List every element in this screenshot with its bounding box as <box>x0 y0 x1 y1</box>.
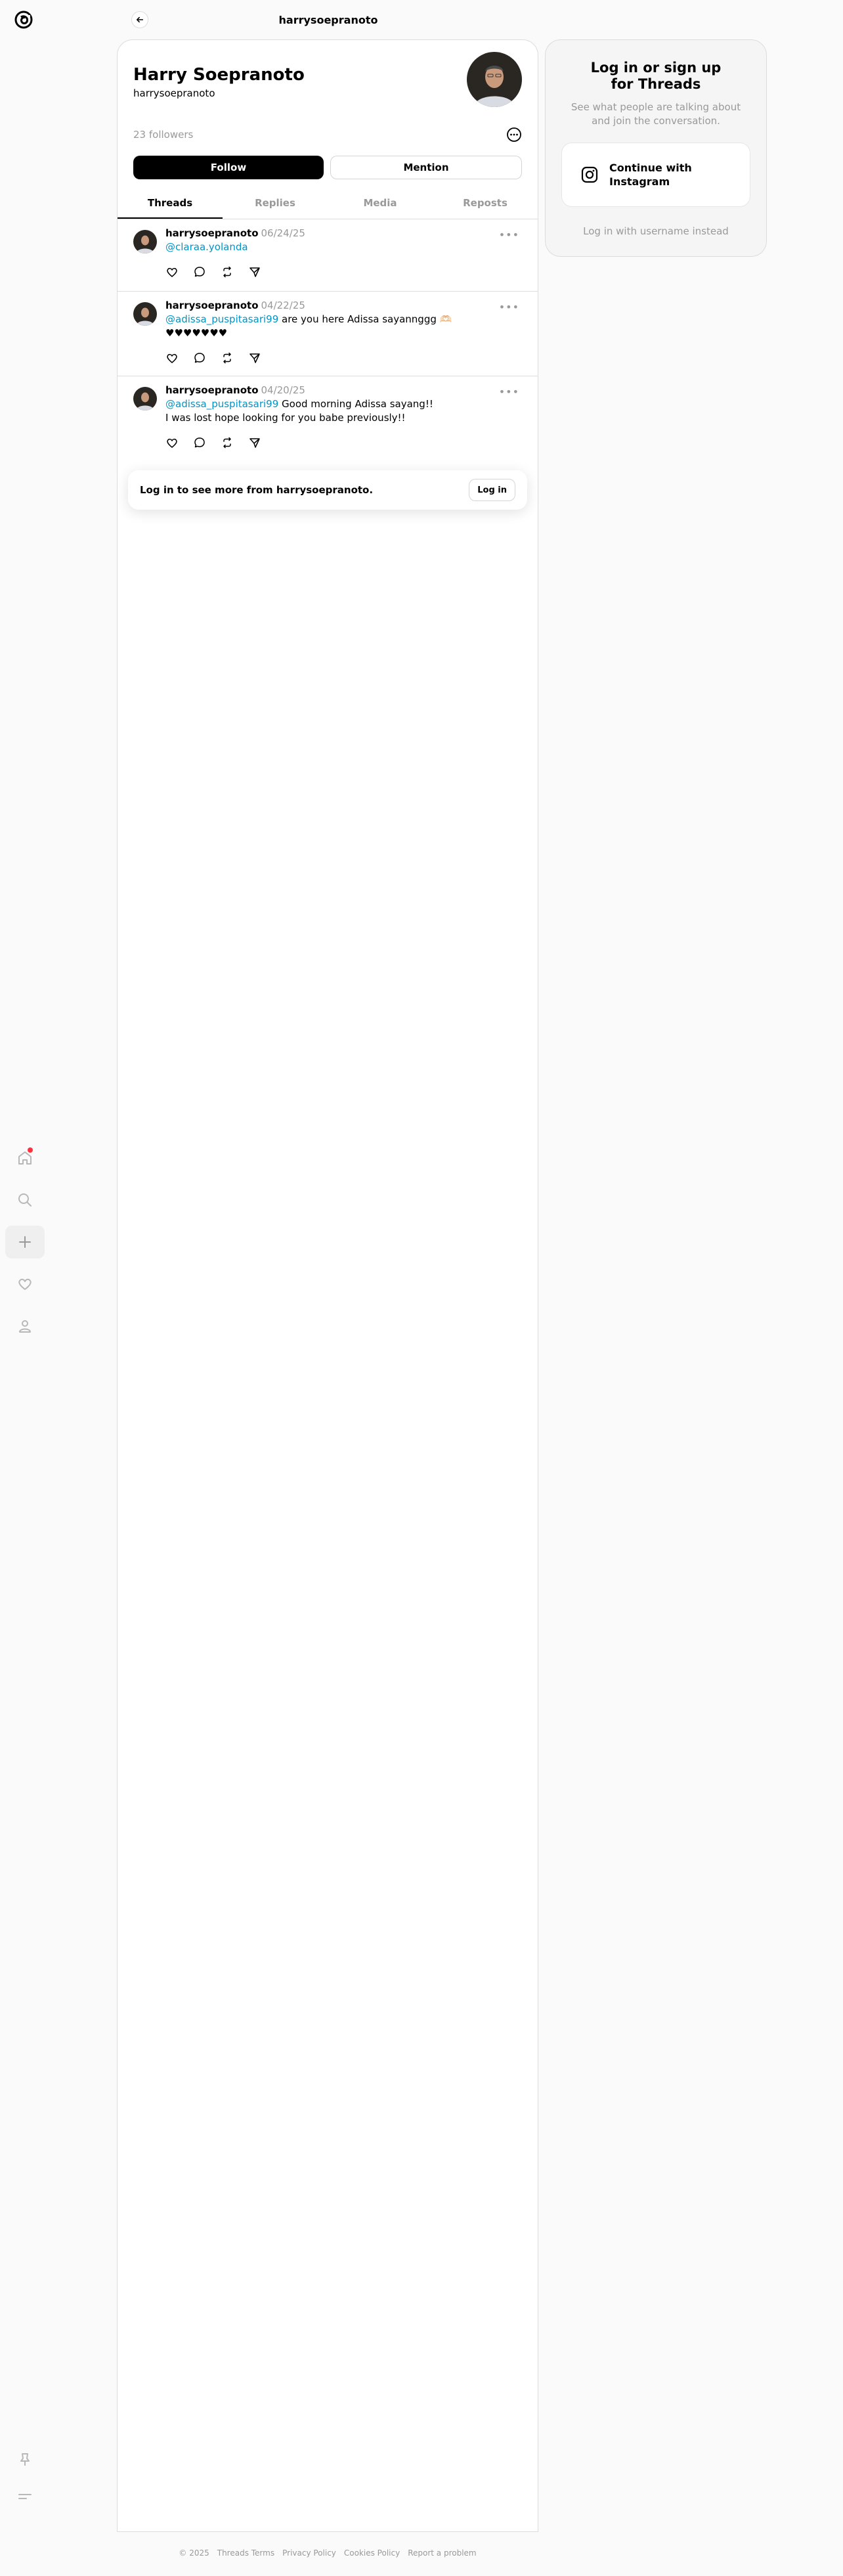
post-more-icon[interactable]: ••• <box>499 386 519 398</box>
left-rail <box>0 0 50 2576</box>
thread-post[interactable]: ••• harrysoepranoto 06/24/25 @claraa.yola… <box>118 219 538 292</box>
post-username[interactable]: harrysoepranoto <box>165 384 259 396</box>
instagram-icon <box>581 166 598 183</box>
post-text: @claraa.yolanda <box>165 240 522 254</box>
post-date: 06/24/25 <box>261 227 305 239</box>
tab-media[interactable]: Media <box>328 187 433 219</box>
comment-icon[interactable] <box>193 436 206 449</box>
arrow-left-icon <box>136 16 144 23</box>
post-date: 04/20/25 <box>261 384 305 396</box>
login-button[interactable]: Log in <box>469 479 515 501</box>
repost-icon[interactable] <box>221 436 234 449</box>
post-avatar[interactable] <box>133 302 157 326</box>
login-panel: Log in or sign up for Threads See what p… <box>545 39 767 257</box>
search-icon <box>18 1193 32 1207</box>
profile-avatar[interactable] <box>467 52 522 107</box>
post-text: @adissa_puspitasari99 Good morning Adiss… <box>165 398 433 424</box>
username-login-link[interactable]: Log in with username instead <box>561 225 750 237</box>
followers-count[interactable]: 23 followers <box>133 129 193 141</box>
login-prompt-card: Log in to see more from harrysoepranoto.… <box>128 470 527 510</box>
post-actions <box>165 351 522 365</box>
post-username[interactable]: harrysoepranoto <box>165 300 259 311</box>
thread-post[interactable]: ••• harrysoepranoto 04/20/25 @adissa_pusp… <box>118 376 538 462</box>
comment-icon[interactable] <box>193 265 206 278</box>
rail-create[interactable] <box>5 1226 45 1258</box>
heart-icon[interactable] <box>165 351 179 365</box>
profile-tabs: Threads Replies Media Reposts <box>118 187 538 219</box>
back-button[interactable] <box>131 11 148 28</box>
post-mention[interactable]: @claraa.yolanda <box>165 241 248 253</box>
profile-column: Harry Soepranoto harrysoepranoto 23 foll… <box>117 39 538 2532</box>
login-panel-subtitle: See what people are talking about and jo… <box>571 101 741 127</box>
profile-header: Harry Soepranoto harrysoepranoto 23 foll… <box>118 40 538 179</box>
pin-icon <box>20 2453 30 2466</box>
profile-username: harrysoepranoto <box>133 87 215 99</box>
rail-search[interactable] <box>5 1184 45 1216</box>
profile-icon <box>19 1320 31 1333</box>
menu-icon <box>18 2494 32 2499</box>
post-avatar[interactable] <box>133 230 157 254</box>
footer: © 2025 Threads Terms Privacy Policy Cook… <box>117 2548 538 2558</box>
post-actions <box>165 265 522 279</box>
threads-logo-icon[interactable] <box>13 9 34 30</box>
rail-activity[interactable] <box>5 1268 45 1300</box>
rail-profile[interactable] <box>5 1310 45 1343</box>
footer-cookies-link[interactable]: Cookies Policy <box>344 2548 400 2558</box>
more-options-icon[interactable] <box>506 127 522 143</box>
share-icon[interactable] <box>248 436 261 449</box>
tab-threads[interactable]: Threads <box>118 187 223 219</box>
footer-terms-link[interactable]: Threads Terms <box>217 2548 274 2558</box>
continue-with-instagram-button[interactable]: Continue with Instagram <box>561 143 750 207</box>
heart-icon[interactable] <box>165 436 179 449</box>
follow-button[interactable]: Follow <box>133 156 324 179</box>
post-mention[interactable]: @adissa_puspitasari99 <box>165 313 278 325</box>
post-avatar[interactable] <box>133 387 157 411</box>
notification-dot <box>28 1147 33 1153</box>
post-more-icon[interactable]: ••• <box>499 301 519 313</box>
post-actions <box>165 435 522 450</box>
heart-icon <box>18 1278 32 1290</box>
repost-icon[interactable] <box>221 265 234 278</box>
share-icon[interactable] <box>248 265 261 278</box>
post-mention[interactable]: @adissa_puspitasari99 <box>165 398 278 410</box>
rail-pin[interactable] <box>5 2443 45 2476</box>
instagram-button-label: Continue with Instagram <box>609 162 692 188</box>
footer-copyright: © 2025 <box>179 2548 209 2558</box>
post-username[interactable]: harrysoepranoto <box>165 227 259 239</box>
repost-icon[interactable] <box>221 351 234 365</box>
mention-button[interactable]: Mention <box>330 156 522 179</box>
rail-menu[interactable] <box>5 2480 45 2513</box>
post-date: 04/22/25 <box>261 300 305 311</box>
login-prompt-text: Log in to see more from harrysoepranoto. <box>140 484 374 496</box>
rail-home[interactable] <box>5 1142 45 1174</box>
login-panel-title: Log in or sign up for Threads <box>590 60 722 92</box>
tab-reposts[interactable]: Reposts <box>433 187 538 219</box>
heart-icon[interactable] <box>165 265 179 278</box>
top-header: harrysoepranoto <box>118 0 538 39</box>
create-icon <box>19 1236 31 1248</box>
post-text: @adissa_puspitasari99 are you here Adiss… <box>165 313 452 339</box>
post-more-icon[interactable]: ••• <box>499 229 519 241</box>
footer-report-link[interactable]: Report a problem <box>408 2548 476 2558</box>
comment-icon[interactable] <box>193 351 206 365</box>
tab-replies[interactable]: Replies <box>223 187 328 219</box>
footer-privacy-link[interactable]: Privacy Policy <box>282 2548 336 2558</box>
thread-post[interactable]: ••• harrysoepranoto 04/22/25 @adissa_pusp… <box>118 292 538 376</box>
page-title: harrysoepranoto <box>278 13 378 26</box>
share-icon[interactable] <box>248 351 261 365</box>
profile-name: Harry Soepranoto <box>133 65 305 85</box>
